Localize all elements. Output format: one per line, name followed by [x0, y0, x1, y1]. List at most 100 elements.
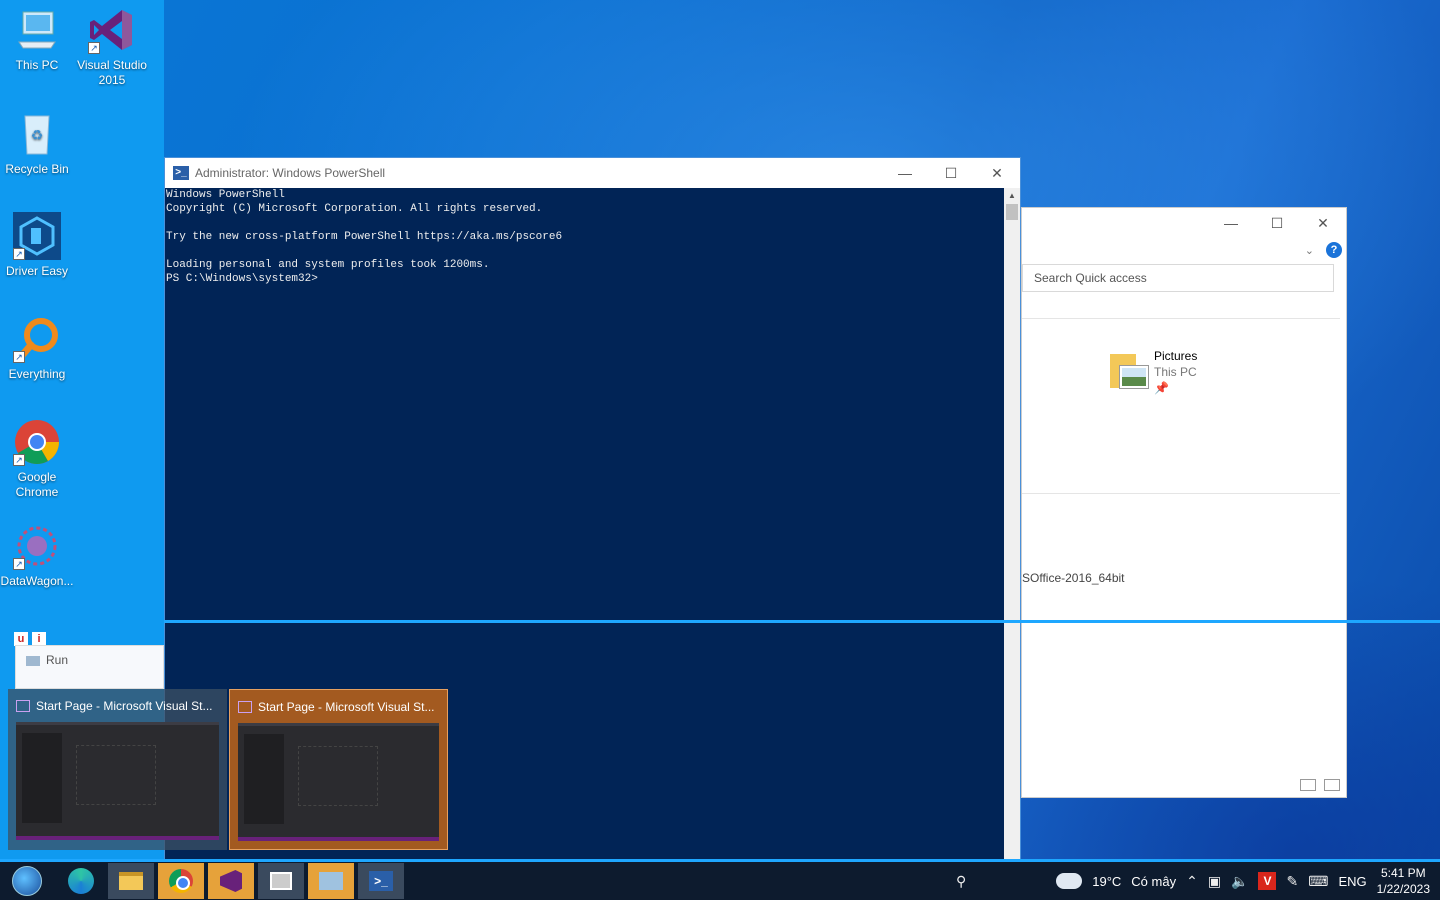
- powershell-icon: >_: [369, 871, 393, 891]
- desktop-icon-label: Visual Studio 2015: [77, 58, 147, 87]
- scroll-up-arrow-icon[interactable]: ▲: [1004, 188, 1020, 204]
- search-input[interactable]: Search Quick access: [1022, 264, 1334, 292]
- thumbnail-title: Start Page - Microsoft Visual St...: [36, 699, 213, 713]
- keyboard-icon[interactable]: ⌨: [1308, 873, 1328, 890]
- run-jumplist-item[interactable]: Run: [15, 645, 164, 689]
- weather-temperature[interactable]: 19°C: [1092, 874, 1121, 889]
- taskbar-powershell[interactable]: >_: [358, 863, 404, 899]
- powershell-titlebar[interactable]: >_ Administrator: Windows PowerShell — ☐…: [165, 158, 1020, 188]
- explorer-ribbon-bar: ⌄ ?: [1022, 238, 1346, 262]
- scrollbar-thumb[interactable]: [1006, 204, 1018, 220]
- chrome-icon: ↗: [13, 418, 61, 466]
- run-icon: [319, 872, 343, 890]
- start-button[interactable]: [0, 863, 54, 899]
- snap-assist-line: [164, 620, 1440, 623]
- driver-easy-icon: ↗: [13, 212, 61, 260]
- app-icon: [270, 872, 292, 890]
- volume-icon[interactable]: 🔈: [1231, 873, 1248, 890]
- file-explorer-window[interactable]: — ☐ ✕ ⌄ ? Search Quick access Pictures T…: [1021, 207, 1347, 798]
- shortcut-arrow-icon: ↗: [13, 351, 25, 363]
- large-icons-view-icon[interactable]: [1324, 779, 1340, 791]
- taskbar-visual-studio[interactable]: [208, 863, 254, 899]
- desktop-icon-this-pc[interactable]: This PC: [0, 6, 74, 73]
- desktop-icon-google-chrome[interactable]: ↗ Google Chrome: [0, 418, 74, 500]
- close-button[interactable]: ✕: [974, 158, 1020, 188]
- run-label: Run: [46, 653, 69, 667]
- pictures-folder-icon: [1108, 348, 1148, 390]
- recent-file-item[interactable]: SOffice-2016_64bit: [1022, 571, 1125, 585]
- visual-studio-icon: [220, 870, 242, 892]
- chevron-down-icon[interactable]: ⌄: [1305, 244, 1314, 257]
- taskbar-thumbnail-1[interactable]: Start Page - Microsoft Visual St...: [8, 689, 227, 850]
- taskbar: >_ ⚲ 19°C Có mây ⌃ ▣ 🔈 V ✎ ⌨ ENG 5:41 PM…: [0, 862, 1440, 900]
- svg-text:♻: ♻: [31, 127, 44, 143]
- desktop-icon-label: Everything: [8, 367, 66, 381]
- divider: [1022, 318, 1340, 319]
- everything-search-icon: ↗: [13, 315, 61, 363]
- network-icon[interactable]: ▣: [1208, 873, 1221, 890]
- minimize-button[interactable]: —: [882, 158, 928, 188]
- partial-desktop-icon: ui: [14, 632, 60, 646]
- window-controls: — ☐ ✕: [1208, 208, 1346, 238]
- taskbar-chrome[interactable]: [158, 863, 204, 899]
- item-name: Pictures: [1154, 349, 1198, 363]
- close-button[interactable]: ✕: [1300, 208, 1346, 238]
- weather-description[interactable]: Có mây: [1131, 874, 1176, 889]
- clock-time: 5:41 PM: [1380, 866, 1426, 880]
- desktop-icon-label: Driver Easy: [5, 264, 68, 278]
- people-icon[interactable]: ⚲: [956, 873, 966, 890]
- edge-icon: [68, 868, 94, 894]
- shortcut-arrow-icon: ↗: [13, 248, 25, 260]
- language-indicator[interactable]: ENG: [1338, 874, 1366, 889]
- quick-access-item-pictures[interactable]: Pictures This PC 📌: [1108, 348, 1197, 396]
- help-icon[interactable]: ?: [1326, 242, 1342, 258]
- shortcut-arrow-icon: ↗: [13, 558, 25, 570]
- window-controls: — ☐ ✕: [882, 158, 1020, 188]
- recycle-bin-icon: ♻: [13, 110, 61, 158]
- minimize-button[interactable]: —: [1208, 208, 1254, 238]
- thumbnail-preview[interactable]: [16, 722, 219, 840]
- taskbar-edge[interactable]: [58, 863, 104, 899]
- taskbar-file-explorer[interactable]: [108, 863, 154, 899]
- computer-icon: [13, 6, 61, 54]
- run-icon: [26, 655, 40, 666]
- shortcut-arrow-icon: ↗: [88, 42, 100, 54]
- visual-studio-icon: ↗: [88, 6, 136, 54]
- folder-icon: [119, 872, 143, 890]
- taskbar-app[interactable]: [258, 863, 304, 899]
- desktop-icon-label: DataWagon...: [0, 574, 74, 588]
- divider: [1022, 493, 1340, 494]
- maximize-button[interactable]: ☐: [928, 158, 974, 188]
- view-toggle: [1300, 779, 1340, 791]
- desktop-icon-label: Recycle Bin: [5, 162, 69, 176]
- desktop-icon-datawagon[interactable]: ↗ DataWagon...: [0, 522, 74, 589]
- system-tray: ⚲ 19°C Có mây ⌃ ▣ 🔈 V ✎ ⌨ ENG 5:41 PM 1/…: [956, 865, 1440, 897]
- desktop-icon-driver-easy[interactable]: ↗ Driver Easy: [0, 212, 74, 279]
- chrome-icon: [169, 869, 193, 893]
- taskbar-run[interactable]: [308, 863, 354, 899]
- windows-logo-icon: [12, 866, 42, 896]
- desktop-icon-recycle-bin[interactable]: ♻ Recycle Bin: [0, 110, 74, 177]
- pen-icon[interactable]: ✎: [1286, 873, 1298, 890]
- item-location: This PC: [1154, 365, 1197, 379]
- clock[interactable]: 5:41 PM 1/22/2023: [1377, 865, 1430, 897]
- explorer-titlebar[interactable]: — ☐ ✕: [1022, 208, 1346, 238]
- visual-studio-icon: [16, 700, 30, 712]
- desktop-icon-visual-studio[interactable]: ↗ Visual Studio 2015: [75, 6, 149, 88]
- pin-icon: 📌: [1154, 381, 1169, 395]
- taskbar-thumbnail-2[interactable]: Start Page - Microsoft Visual St...: [229, 689, 448, 850]
- datawagon-icon: ↗: [13, 522, 61, 570]
- chevron-up-icon[interactable]: ⌃: [1186, 873, 1198, 890]
- vertical-scrollbar[interactable]: ▲: [1004, 188, 1020, 859]
- desktop-icon-everything[interactable]: ↗ Everything: [0, 315, 74, 382]
- powershell-title: Administrator: Windows PowerShell: [195, 166, 386, 180]
- visual-studio-icon: [238, 701, 252, 713]
- thumbnail-preview[interactable]: [238, 723, 439, 841]
- shortcut-arrow-icon: ↗: [13, 454, 25, 466]
- maximize-button[interactable]: ☐: [1254, 208, 1300, 238]
- thumbnail-title: Start Page - Microsoft Visual St...: [258, 700, 435, 714]
- details-view-icon[interactable]: [1300, 779, 1316, 791]
- powershell-icon: >_: [173, 166, 189, 180]
- v-app-icon[interactable]: V: [1258, 872, 1277, 890]
- cloud-icon[interactable]: [1056, 873, 1083, 889]
